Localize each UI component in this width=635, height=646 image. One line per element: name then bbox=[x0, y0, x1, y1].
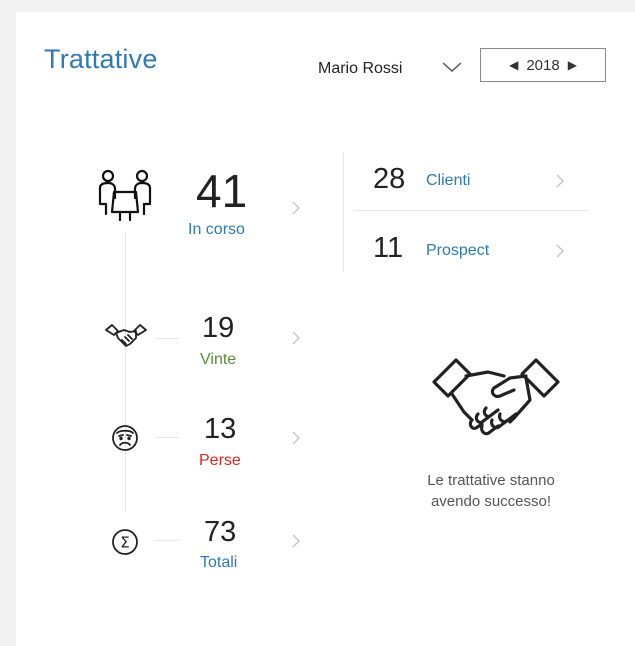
user-selector-label[interactable]: Mario Rossi bbox=[318, 60, 402, 78]
chevron-right-icon[interactable] bbox=[290, 329, 302, 347]
totali-count: 73 bbox=[204, 516, 237, 548]
chevron-right-icon[interactable] bbox=[290, 532, 302, 550]
prev-year-icon[interactable]: ◀ bbox=[509, 59, 518, 71]
connector-tick bbox=[155, 338, 179, 339]
column-divider bbox=[343, 152, 344, 272]
status-message-line2: avendo successo! bbox=[430, 493, 552, 510]
chevron-right-icon[interactable] bbox=[554, 172, 566, 190]
page-title: Trattative bbox=[44, 44, 158, 74]
year-selector: ◀ 2018 ▶ bbox=[480, 48, 606, 82]
handshake-illustration-icon bbox=[432, 358, 560, 436]
connector-tick bbox=[155, 437, 179, 438]
chevron-right-icon[interactable] bbox=[290, 199, 302, 217]
clienti-count: 28 bbox=[373, 163, 406, 195]
chevron-right-icon[interactable] bbox=[554, 242, 566, 260]
totali-label[interactable]: Totali bbox=[200, 554, 237, 572]
chevron-right-icon[interactable] bbox=[290, 429, 302, 447]
timeline-connector bbox=[125, 232, 126, 512]
prospect-count: 11 bbox=[373, 232, 404, 264]
perse-count: 13 bbox=[204, 413, 237, 445]
next-year-icon[interactable]: ▶ bbox=[568, 59, 577, 71]
perse-label[interactable]: Perse bbox=[199, 452, 241, 470]
svg-text:Σ: Σ bbox=[120, 534, 129, 552]
year-value: 2018 bbox=[526, 56, 560, 74]
sad-face-icon bbox=[112, 425, 138, 451]
vinte-label[interactable]: Vinte bbox=[200, 351, 236, 369]
handshake-icon bbox=[105, 324, 147, 347]
connector-tick bbox=[155, 540, 179, 541]
clienti-label[interactable]: Clienti bbox=[426, 172, 470, 190]
sigma-icon: Σ bbox=[112, 529, 138, 555]
in-corso-label[interactable]: In corso bbox=[188, 221, 245, 239]
chevron-down-icon[interactable] bbox=[440, 58, 464, 76]
prospect-label[interactable]: Prospect bbox=[426, 242, 489, 260]
in-corso-count: 41 bbox=[196, 165, 248, 217]
vinte-count: 19 bbox=[202, 312, 235, 344]
row-divider bbox=[354, 210, 588, 211]
status-message: Le trattative stanno avendo successo! bbox=[376, 470, 606, 512]
meeting-icon bbox=[98, 169, 152, 222]
status-message-line1: Le trattative stanno bbox=[427, 472, 555, 489]
